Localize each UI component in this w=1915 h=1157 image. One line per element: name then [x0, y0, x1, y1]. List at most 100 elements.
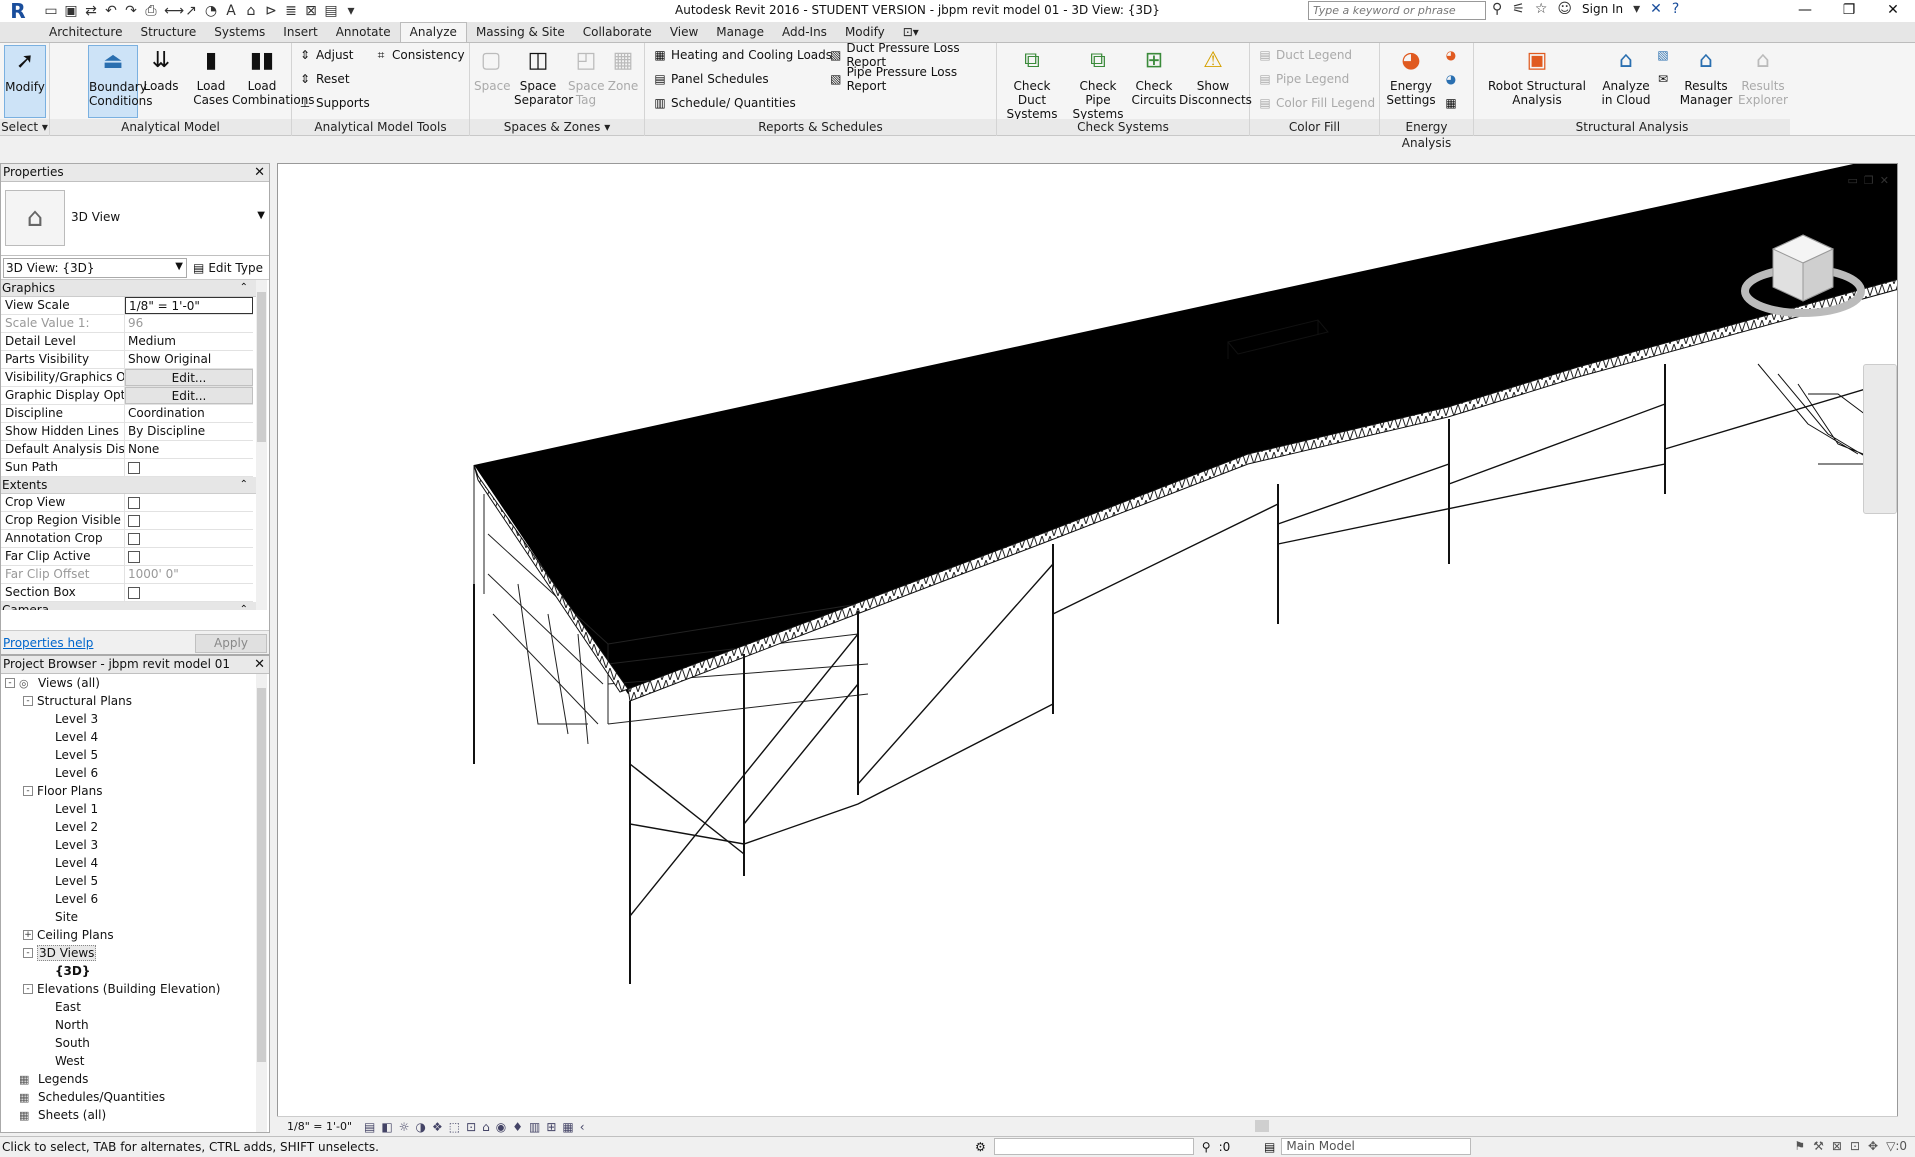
- instance-filter-select[interactable]: 3D View: {3D} ▼: [3, 257, 187, 278]
- results-explorer-button[interactable]: ⌂ Results Explorer: [1736, 45, 1790, 108]
- 3d-view-icon[interactable]: ⌂: [244, 3, 258, 19]
- crop-view-icon[interactable]: ⬚: [449, 1120, 460, 1134]
- shadows-icon[interactable]: ◑: [415, 1120, 425, 1134]
- browser-node[interactable]: South: [1, 1034, 269, 1052]
- collapse-arrow-icon[interactable]: ‹: [580, 1120, 585, 1134]
- browser-node[interactable]: ▦ Sheets (all): [1, 1106, 269, 1124]
- customize-qat-icon[interactable]: ▾: [344, 3, 358, 19]
- browser-node[interactable]: Level 4: [1, 728, 269, 746]
- 3d-viewport[interactable]: ▭ ❐ ✕: [277, 163, 1898, 1117]
- navigation-bar[interactable]: [1863, 364, 1897, 514]
- collapse-icon[interactable]: -: [23, 984, 33, 994]
- exchange-apps-icon[interactable]: ✕: [1650, 1, 1662, 17]
- browser-node[interactable]: West: [1, 1052, 269, 1070]
- worksets-icon[interactable]: ⚙: [975, 1140, 986, 1154]
- subscription-icon[interactable]: ⚟: [1512, 1, 1525, 17]
- browser-node[interactable]: Site: [1, 908, 269, 926]
- energy-results-button[interactable]: ◕: [1444, 70, 1458, 88]
- reveal-hidden-icon[interactable]: ♦: [512, 1120, 523, 1134]
- tab-view[interactable]: View: [661, 23, 707, 42]
- property-checkbox[interactable]: [125, 584, 253, 601]
- color-fill-legend-button[interactable]: ▤ Color Fill Legend: [1258, 94, 1375, 112]
- space-tag-button[interactable]: ◰ Space Tag: [568, 45, 605, 108]
- select-by-face-icon[interactable]: ⊡: [1850, 1139, 1860, 1153]
- print-icon[interactable]: ⎙: [144, 3, 158, 19]
- duct-legend-button[interactable]: ▤ Duct Legend: [1258, 46, 1352, 64]
- property-value[interactable]: By Discipline: [125, 423, 253, 440]
- tab-analyze[interactable]: Analyze: [399, 22, 467, 42]
- tab-manage[interactable]: Manage: [707, 23, 773, 42]
- redo-icon[interactable]: ↷: [124, 3, 138, 19]
- results-manager-button[interactable]: ⌂ Results Manager: [1678, 45, 1734, 108]
- property-edit-button[interactable]: Edit...: [125, 387, 253, 404]
- property-value[interactable]: Coordination: [125, 405, 253, 422]
- close-icon[interactable]: ✕: [1871, 0, 1915, 22]
- viewport-horizontal-scrollbar[interactable]: [655, 1118, 1890, 1134]
- browser-node[interactable]: - ◎ Views (all): [1, 674, 269, 692]
- restore-icon[interactable]: ❐: [1864, 174, 1874, 187]
- detail-level-icon[interactable]: ▤: [364, 1120, 375, 1134]
- temporary-hide-icon[interactable]: ◉: [496, 1120, 506, 1134]
- measure-icon[interactable]: ⟷: [164, 3, 184, 19]
- panel-schedules-button[interactable]: ▤ Panel Schedules: [653, 70, 768, 88]
- collapse-icon[interactable]: ⌃: [240, 280, 248, 296]
- modify-button[interactable]: ➚ Modify: [4, 45, 46, 118]
- checkbox[interactable]: [128, 515, 140, 527]
- browser-node[interactable]: Level 5: [1, 872, 269, 890]
- apply-button[interactable]: Apply: [195, 634, 267, 653]
- email-results-button[interactable]: ✉: [1656, 70, 1670, 88]
- undo-icon[interactable]: ↶: [104, 3, 118, 19]
- robot-structural-analysis-button[interactable]: ▣ Robot Structural Analysis: [1482, 45, 1592, 108]
- render-icon[interactable]: ❖: [432, 1120, 443, 1134]
- property-value[interactable]: None: [125, 441, 253, 458]
- browser-node[interactable]: East: [1, 998, 269, 1016]
- check-duct-systems-button[interactable]: ⧉ Check Duct Systems: [1001, 45, 1063, 122]
- property-checkbox[interactable]: [125, 548, 253, 565]
- design-options-icon[interactable]: ▤: [1264, 1140, 1275, 1154]
- property-group-extents[interactable]: Extents ⌃: [1, 477, 266, 494]
- tab-add-ins[interactable]: Add-Ins: [773, 23, 836, 42]
- browser-node[interactable]: - Elevations (Building Elevation): [1, 980, 269, 998]
- property-value[interactable]: 1/8" = 1'-0": [125, 297, 253, 314]
- select-links-icon[interactable]: ⚑: [1794, 1139, 1805, 1153]
- check-systems-panel-title[interactable]: Check Systems: [997, 119, 1249, 135]
- save-icon[interactable]: ▣: [64, 3, 78, 19]
- browser-node[interactable]: Level 5: [1, 746, 269, 764]
- drag-elements-icon[interactable]: ✥: [1868, 1139, 1878, 1153]
- checkbox[interactable]: [128, 551, 140, 563]
- browser-node[interactable]: Level 2: [1, 818, 269, 836]
- reset-button[interactable]: ⇕ Reset: [298, 70, 350, 88]
- structure-model-drawing[interactable]: [278, 164, 1898, 1117]
- browser-node[interactable]: -3D Views: [1, 944, 269, 962]
- browser-node[interactable]: ▦ Legends: [1, 1070, 269, 1088]
- structural-results-button[interactable]: ▧: [1656, 46, 1670, 64]
- adjust-button[interactable]: ⇕ Adjust: [298, 46, 354, 64]
- pipe-pressure-report-button[interactable]: ▧ Pipe Pressure Loss Report: [829, 65, 996, 93]
- dropdown-icon[interactable]: ▾: [1633, 1, 1640, 17]
- open-icon[interactable]: ▭: [44, 3, 58, 19]
- close-icon[interactable]: ✕: [1880, 174, 1889, 187]
- tag-icon[interactable]: ◔: [204, 3, 218, 19]
- restore-icon[interactable]: ❐: [1827, 0, 1871, 22]
- analytical-tools-panel-title[interactable]: Analytical Model Tools: [292, 119, 469, 135]
- ribbon-minimize-icon[interactable]: ⊡▾: [894, 23, 928, 42]
- select-panel-title[interactable]: Select ▾: [0, 119, 49, 135]
- load-cases-button[interactable]: ▮ Load Cases: [190, 45, 232, 108]
- property-group-camera[interactable]: Camera ⌃: [1, 602, 266, 610]
- tab-massing-site[interactable]: Massing & Site: [467, 23, 574, 42]
- browser-node[interactable]: - Floor Plans: [1, 782, 269, 800]
- select-underlay-icon[interactable]: ⚒: [1813, 1139, 1824, 1153]
- browser-node[interactable]: - Structural Plans: [1, 692, 269, 710]
- zone-button[interactable]: ▦ Zone: [606, 45, 640, 94]
- unlocked-view-icon[interactable]: ⌂: [482, 1120, 490, 1134]
- show-crop-icon[interactable]: ⊡: [466, 1120, 476, 1134]
- duct-pressure-report-button[interactable]: ▧ Duct Pressure Loss Report: [829, 41, 996, 69]
- chevron-down-icon[interactable]: ▼: [257, 210, 265, 221]
- browser-node[interactable]: Level 3: [1, 836, 269, 854]
- property-value[interactable]: Medium: [125, 333, 253, 350]
- analytical-model-panel-title[interactable]: Analytical Model: [50, 119, 291, 135]
- design-option-select[interactable]: Main Model: [1281, 1138, 1472, 1155]
- checkbox[interactable]: [128, 587, 140, 599]
- space-button[interactable]: ▢ Space: [474, 45, 511, 94]
- tab-structure[interactable]: Structure: [131, 23, 205, 42]
